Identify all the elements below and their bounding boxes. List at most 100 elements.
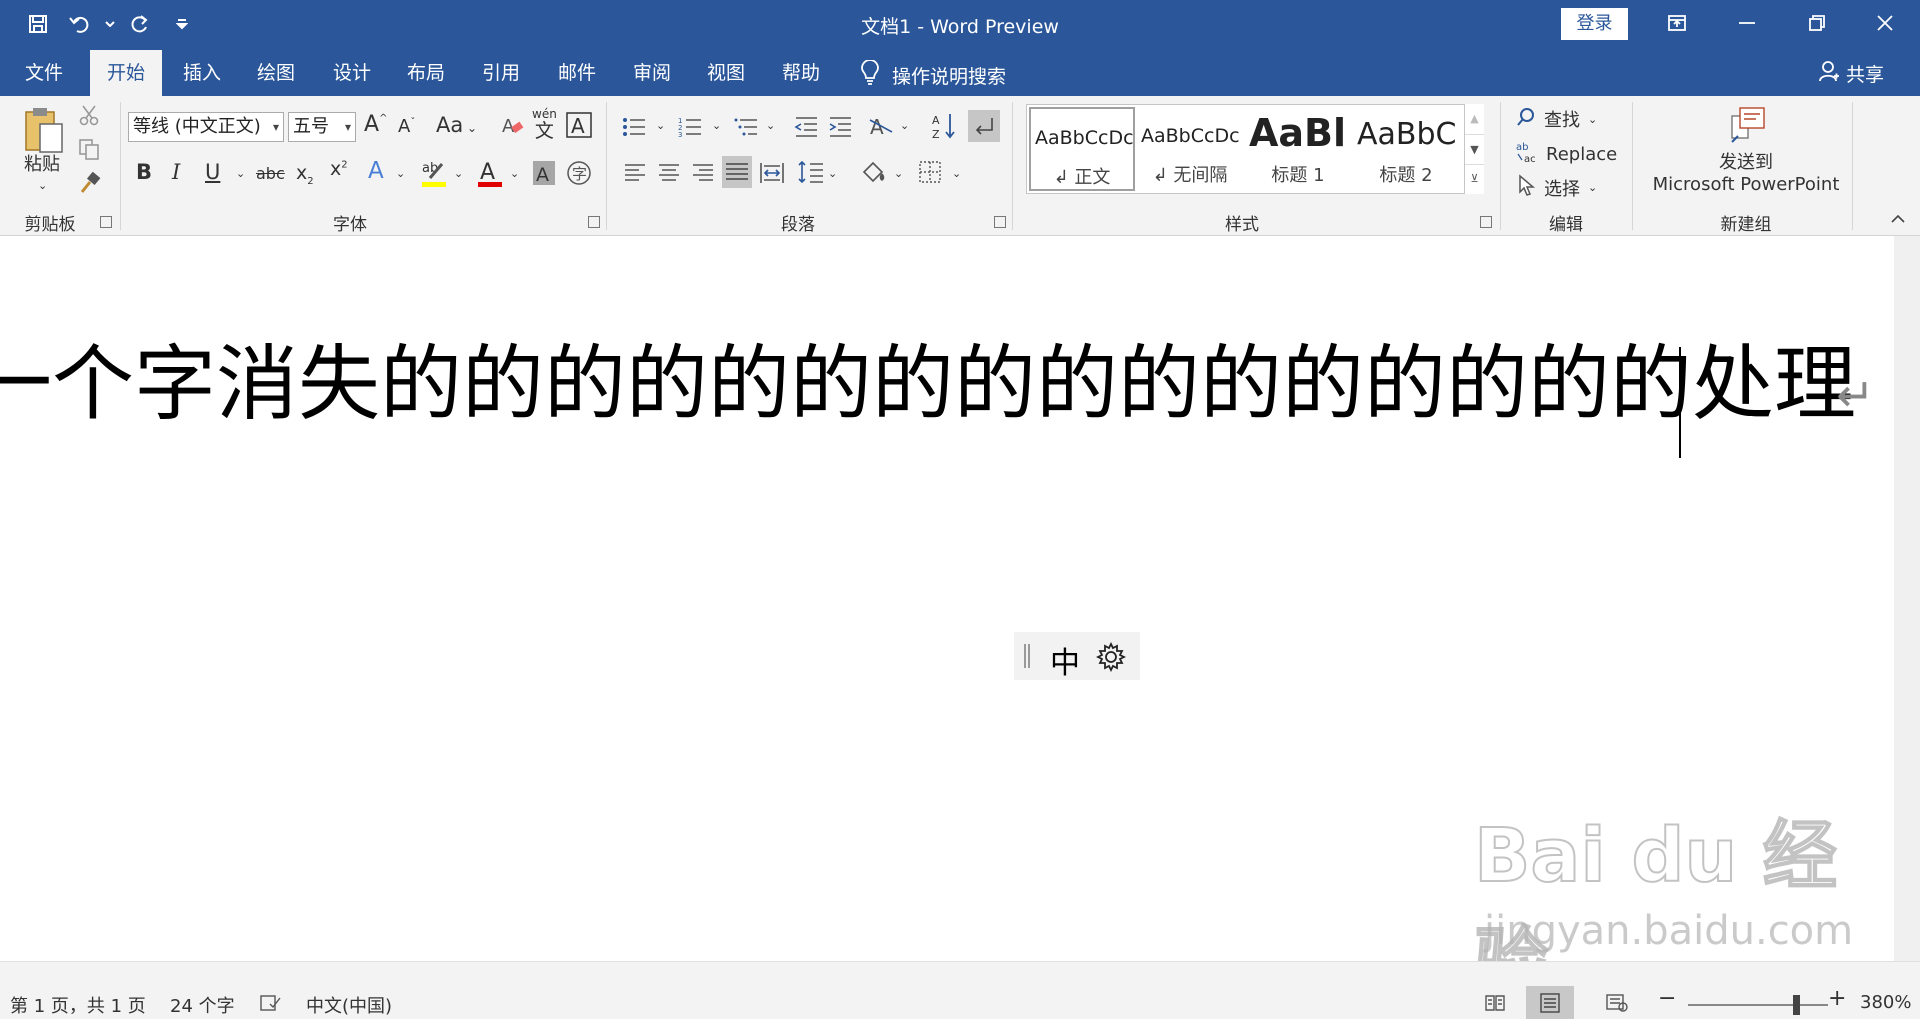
replace-button[interactable]: ab ac Replace <box>1516 140 1617 169</box>
restore-button[interactable] <box>1782 0 1852 46</box>
character-border-icon[interactable]: A <box>566 112 592 138</box>
numbering-icon[interactable]: 123 <box>678 116 702 138</box>
strikethrough-icon[interactable]: abc <box>256 166 285 182</box>
change-case-button[interactable]: Aa ⌄ <box>436 115 477 136</box>
line-spacing-dropdown-icon[interactable]: ⌄ <box>828 168 837 179</box>
superscript-icon[interactable]: x2 <box>330 160 348 179</box>
paragraph-launcher-icon[interactable] <box>994 216 1006 228</box>
login-button[interactable]: 登录 <box>1561 8 1628 40</box>
tab-design[interactable]: 设计 <box>320 50 384 96</box>
subscript-icon[interactable]: x2 <box>296 164 314 187</box>
highlight-icon[interactable]: ab <box>420 158 448 188</box>
text-effects-icon[interactable]: A <box>368 160 384 183</box>
style-heading-2[interactable]: AaBbC 标题 2 <box>1353 107 1459 191</box>
character-shading-icon[interactable]: A <box>532 160 556 186</box>
enclose-characters-icon[interactable]: 字 <box>566 160 592 186</box>
tab-mailings[interactable]: 邮件 <box>545 50 609 96</box>
tab-view[interactable]: 视图 <box>694 50 758 96</box>
font-size-combo[interactable]: 五号 ▾ <box>288 112 356 142</box>
proofing-icon[interactable] <box>260 994 282 1017</box>
tab-review[interactable]: 审阅 <box>620 50 684 96</box>
collapse-ribbon-icon[interactable] <box>1890 214 1906 224</box>
web-layout-icon[interactable] <box>1606 994 1628 1017</box>
show-formatting-marks-button[interactable] <box>968 110 1000 142</box>
tab-layout[interactable]: 布局 <box>394 50 458 96</box>
underline-icon[interactable]: U <box>205 162 220 183</box>
tab-draw[interactable]: 绘图 <box>244 50 308 96</box>
borders-icon[interactable] <box>918 160 942 184</box>
style-heading-1[interactable]: AaBl 标题 1 <box>1245 107 1351 191</box>
send-to-powerpoint-button[interactable]: 发送到 Microsoft PowerPoint <box>1646 106 1846 195</box>
style-no-spacing[interactable]: AaBbCcDc ↲ 无间隔 <box>1137 107 1243 191</box>
font-name-combo[interactable]: 等线 (中文正文) ▾ <box>128 112 284 142</box>
sort-icon[interactable]: AZ <box>932 112 956 140</box>
phonetic-guide-icon[interactable]: wén 文 <box>532 107 557 142</box>
select-button[interactable]: 选择 ⌄ <box>1518 174 1597 201</box>
tab-file[interactable]: 文件 <box>10 50 78 96</box>
font-color-icon[interactable]: A <box>476 158 504 188</box>
shrink-font-icon[interactable]: Aˇ <box>398 118 415 136</box>
align-left-icon[interactable] <box>624 162 646 184</box>
zoom-out-icon[interactable]: − <box>1658 986 1676 1011</box>
format-painter-icon[interactable] <box>78 172 102 194</box>
clear-formatting-icon[interactable]: A <box>500 114 524 138</box>
chinese-layout-icon[interactable]: A <box>868 114 894 138</box>
minimize-button[interactable] <box>1712 0 1782 46</box>
tab-help[interactable]: 帮助 <box>769 50 833 96</box>
cut-icon[interactable] <box>78 104 100 126</box>
styles-more-icon[interactable]: ⊻ <box>1465 164 1484 192</box>
document-canvas[interactable]: 一个字消失的的的的的的的的的的的的的的的的处理 ↵ 中 Bai du 经验 ji… <box>0 236 1894 961</box>
paste-button[interactable]: 粘贴 <box>24 156 60 174</box>
multilevel-list-icon[interactable] <box>734 116 758 138</box>
shading-icon[interactable] <box>860 158 888 186</box>
italic-icon[interactable]: I <box>172 162 180 183</box>
ime-mode-toggle[interactable]: 中 <box>1050 638 1080 682</box>
tab-references[interactable]: 引用 <box>469 50 533 96</box>
bold-icon[interactable]: B <box>136 162 152 183</box>
clipboard-launcher-icon[interactable] <box>100 216 112 228</box>
font-color-dropdown-icon[interactable]: ⌄ <box>510 168 519 179</box>
styles-launcher-icon[interactable] <box>1480 216 1492 228</box>
drag-handle-icon[interactable] <box>1024 644 1030 668</box>
read-mode-icon[interactable] <box>1484 994 1506 1017</box>
underline-dropdown-icon[interactable]: ⌄ <box>236 168 245 179</box>
tab-insert[interactable]: 插入 <box>170 50 234 96</box>
highlight-dropdown-icon[interactable]: ⌄ <box>454 168 463 179</box>
decrease-indent-icon[interactable] <box>794 116 818 138</box>
bullets-icon[interactable] <box>622 116 646 138</box>
borders-dropdown-icon[interactable]: ⌄ <box>952 168 961 179</box>
styles-down-icon[interactable]: ▼ <box>1465 134 1484 164</box>
text-effects-dropdown-icon[interactable]: ⌄ <box>396 168 405 179</box>
increase-indent-icon[interactable] <box>828 116 852 138</box>
copy-icon[interactable] <box>78 138 100 160</box>
document-text[interactable]: 一个字消失的的的的的的的的的的的的的的的的处理 <box>0 344 1856 426</box>
share-button[interactable]: 共享 <box>1818 60 1884 87</box>
justify-button[interactable] <box>722 156 752 188</box>
ribbon-display-options-button[interactable] <box>1642 0 1712 46</box>
distributed-icon[interactable] <box>760 162 784 184</box>
page-count[interactable]: 第 1 页，共 1 页 <box>10 992 146 1018</box>
vertical-scrollbar[interactable] <box>1894 236 1920 961</box>
zoom-slider[interactable] <box>1688 1004 1828 1006</box>
align-right-icon[interactable] <box>692 162 714 184</box>
word-count[interactable]: 24 个字 <box>170 992 235 1018</box>
font-launcher-icon[interactable] <box>588 216 600 228</box>
language-indicator[interactable]: 中文(中国) <box>306 992 392 1018</box>
horizontal-scrollbar[interactable] <box>0 962 1894 988</box>
zoom-level[interactable]: 380% <box>1860 992 1911 1013</box>
styles-up-icon[interactable]: ▲ <box>1465 104 1484 134</box>
style-normal[interactable]: AaBbCcDc ↲ 正文 <box>1029 107 1135 191</box>
shading-dropdown-icon[interactable]: ⌄ <box>894 168 903 179</box>
line-spacing-icon[interactable] <box>798 160 824 184</box>
tab-home[interactable]: 开始 <box>90 50 162 96</box>
multilevel-dropdown-icon[interactable]: ⌄ <box>766 120 775 131</box>
numbering-dropdown-icon[interactable]: ⌄ <box>712 120 721 131</box>
align-center-icon[interactable] <box>658 162 680 184</box>
gear-icon[interactable] <box>1095 641 1127 676</box>
clipboard-icon[interactable] <box>22 106 66 154</box>
bullets-dropdown-icon[interactable]: ⌄ <box>656 120 665 131</box>
print-layout-button[interactable] <box>1526 986 1574 1019</box>
zoom-in-icon[interactable]: + <box>1828 986 1846 1011</box>
chinese-layout-dropdown-icon[interactable]: ⌄ <box>900 120 909 131</box>
tell-me-search[interactable]: 操作说明搜索 <box>860 59 1006 91</box>
